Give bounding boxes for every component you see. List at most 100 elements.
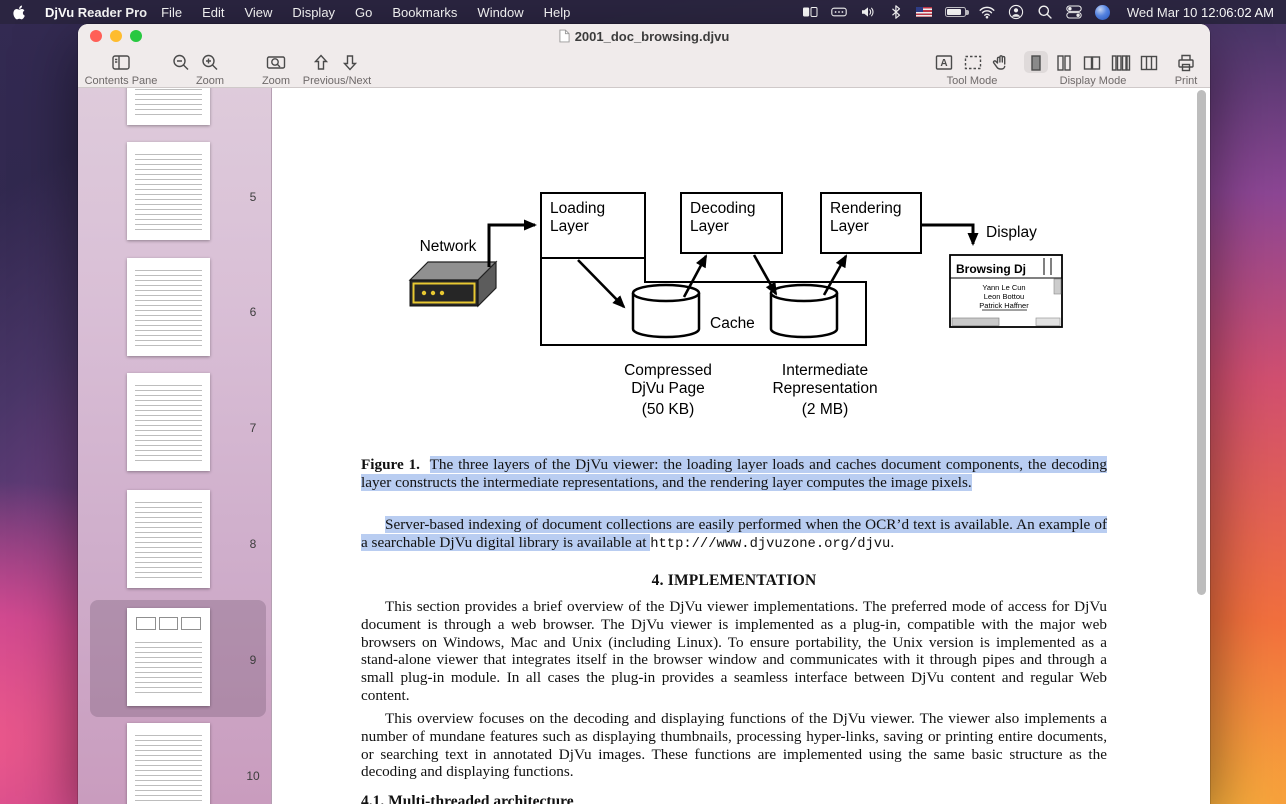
document-proxy-icon bbox=[559, 29, 570, 43]
page-number: 10 bbox=[238, 769, 268, 783]
menu-help[interactable]: Help bbox=[544, 5, 571, 20]
intermediate-caption: Intermediate bbox=[782, 362, 868, 379]
contents-pane-button[interactable] bbox=[109, 51, 133, 73]
menu-bookmarks[interactable]: Bookmarks bbox=[392, 5, 457, 20]
display-mode-label: Display Mode bbox=[1043, 75, 1143, 87]
vertical-scrollbar[interactable] bbox=[1197, 90, 1206, 595]
cache-label: Cache bbox=[710, 315, 755, 332]
menu-clock[interactable]: Wed Mar 10 12:06:02 AM bbox=[1127, 5, 1274, 20]
zoom-button[interactable] bbox=[130, 30, 142, 42]
marquee-zoom-icon bbox=[265, 52, 287, 73]
display-single-page-icon bbox=[1025, 52, 1047, 73]
compressed-caption: Compressed bbox=[624, 362, 712, 379]
page-thumbnail-partial[interactable] bbox=[127, 88, 210, 125]
window-chrome: 2001_doc_browsing.djvu Contents Pane Zoo… bbox=[78, 24, 1210, 88]
menu-go[interactable]: Go bbox=[355, 5, 372, 20]
marquee-zoom-button[interactable] bbox=[264, 51, 288, 73]
text-select-tool-button[interactable]: A bbox=[932, 51, 956, 73]
indexing-paragraph[interactable]: Server-based indexing of document collec… bbox=[361, 516, 1107, 554]
desktop: DjVu Reader Pro File Edit View Display G… bbox=[0, 0, 1286, 804]
control-center-icon[interactable] bbox=[1066, 4, 1082, 20]
display-book-icon bbox=[1138, 52, 1160, 73]
zoom-out-icon bbox=[170, 52, 192, 73]
apple-menu-icon[interactable] bbox=[12, 4, 27, 21]
display-facing-continuous-button[interactable] bbox=[1109, 51, 1133, 73]
page-number: 5 bbox=[238, 190, 268, 204]
network-router-drawing bbox=[410, 262, 496, 306]
document-page[interactable]: Network Loading Layer Decoding bbox=[272, 88, 1210, 804]
display-facing-button[interactable] bbox=[1080, 51, 1104, 73]
text-select-tool-icon: A bbox=[933, 52, 955, 73]
network-sphere-icon[interactable] bbox=[1095, 5, 1110, 20]
page-thumbnail-6[interactable] bbox=[127, 258, 210, 356]
overview-paragraph[interactable]: This overview focuses on the decoding an… bbox=[361, 710, 1107, 781]
previous-arrow-icon bbox=[310, 52, 332, 73]
print-icon bbox=[1175, 52, 1197, 73]
zoom-out-button[interactable] bbox=[169, 51, 193, 73]
menu-view[interactable]: View bbox=[244, 5, 272, 20]
next-section-heading: 4.1. Multi-threaded architecture bbox=[361, 793, 574, 804]
svg-text:Layer: Layer bbox=[690, 218, 729, 235]
menu-window[interactable]: Window bbox=[477, 5, 523, 20]
wifi-icon[interactable] bbox=[979, 4, 995, 20]
figure-caption[interactable]: Figure 1. The three layers of the DjVu v… bbox=[361, 456, 1107, 491]
battery-icon[interactable] bbox=[945, 7, 966, 17]
title-bar[interactable]: 2001_doc_browsing.djvu bbox=[78, 24, 1210, 48]
page-thumbnail-10[interactable] bbox=[127, 723, 210, 804]
zoom-in-button[interactable] bbox=[198, 51, 222, 73]
djvuzone-url[interactable]: http:///www.djvuzone.org/djvu bbox=[650, 537, 890, 552]
hand-tool-button[interactable] bbox=[989, 51, 1013, 73]
prev-next-label: Previous/Next bbox=[282, 75, 392, 87]
bluetooth-icon[interactable] bbox=[889, 4, 903, 20]
loading-layer-label: Loading bbox=[550, 200, 605, 217]
page-thumbnail-5[interactable] bbox=[127, 142, 210, 240]
next-arrow-icon bbox=[339, 52, 361, 73]
display-browser-window-drawing: Browsing Dj Yann Le Cun Leon Bottou Patr… bbox=[950, 255, 1062, 327]
svg-text:(2 MB): (2 MB) bbox=[802, 401, 849, 418]
svg-text:DjVu Page: DjVu Page bbox=[631, 380, 705, 397]
display-continuous-button[interactable] bbox=[1052, 51, 1076, 73]
compressed-cache-cylinder bbox=[633, 285, 699, 337]
selected-text: The three layers of the DjVu viewer: the… bbox=[361, 456, 1107, 491]
print-label: Print bbox=[1156, 75, 1210, 87]
marquee-select-tool-button[interactable] bbox=[961, 51, 985, 73]
previous-page-button[interactable] bbox=[309, 51, 333, 73]
volume-icon[interactable] bbox=[860, 4, 876, 20]
marquee-select-tool-icon bbox=[962, 52, 984, 73]
page-thumbnail-9-selected[interactable] bbox=[127, 608, 210, 706]
display-continuous-icon bbox=[1053, 52, 1075, 73]
menu-display[interactable]: Display bbox=[292, 5, 335, 20]
zoom-label: Zoom bbox=[180, 75, 240, 87]
implementation-paragraph[interactable]: This section provides a brief overview o… bbox=[361, 598, 1107, 705]
window-tiling-icon[interactable] bbox=[802, 4, 818, 20]
close-button[interactable] bbox=[90, 30, 102, 42]
svg-text:Leon Bottou: Leon Bottou bbox=[984, 292, 1024, 301]
menu-app-name[interactable]: DjVu Reader Pro bbox=[45, 5, 147, 20]
page-thumbnail-8[interactable] bbox=[127, 490, 210, 588]
input-source-flag-icon[interactable] bbox=[916, 7, 932, 17]
window-title: 2001_doc_browsing.djvu bbox=[575, 29, 730, 44]
display-book-button[interactable] bbox=[1137, 51, 1161, 73]
next-page-button[interactable] bbox=[338, 51, 362, 73]
page-number: 9 bbox=[238, 653, 268, 667]
decoding-layer-label: Decoding bbox=[690, 200, 756, 217]
menu-bar: DjVu Reader Pro File Edit View Display G… bbox=[0, 0, 1286, 24]
network-label: Network bbox=[420, 238, 477, 255]
display-single-page-button[interactable] bbox=[1024, 51, 1048, 73]
minimize-button[interactable] bbox=[110, 30, 122, 42]
zoom-in-icon bbox=[199, 52, 221, 73]
spotlight-search-icon[interactable] bbox=[1037, 4, 1053, 20]
keyboard-icon[interactable] bbox=[831, 4, 847, 20]
thumbnails-sidebar[interactable]: 5 6 7 8 9 10 bbox=[78, 88, 272, 804]
display-facing-icon bbox=[1081, 52, 1103, 73]
menu-edit[interactable]: Edit bbox=[202, 5, 224, 20]
print-button[interactable] bbox=[1174, 51, 1198, 73]
page-thumbnail-7[interactable] bbox=[127, 373, 210, 471]
page-number: 8 bbox=[238, 537, 268, 551]
page-number: 7 bbox=[238, 421, 268, 435]
user-switch-icon[interactable] bbox=[1008, 4, 1024, 20]
menu-file[interactable]: File bbox=[161, 5, 182, 20]
contents-pane-icon bbox=[110, 52, 132, 73]
hand-tool-icon bbox=[990, 52, 1012, 73]
browser-window-title: Browsing Dj bbox=[956, 262, 1026, 276]
